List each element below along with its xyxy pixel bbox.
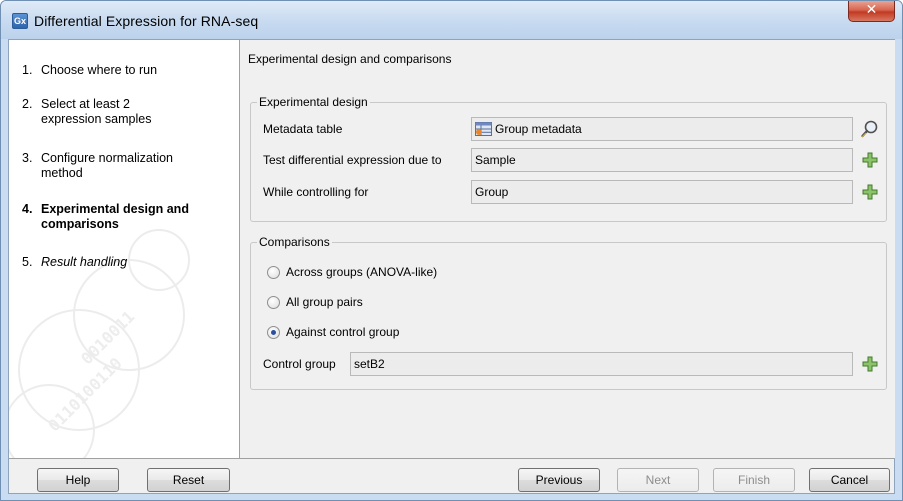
app-icon: Gx (12, 13, 28, 29)
title-bar[interactable]: Gx Differential Expression for RNA-seq ✕ (1, 1, 902, 39)
cancel-button[interactable]: Cancel (809, 468, 890, 492)
control-group-value: setB2 (354, 357, 385, 371)
radio-across-groups[interactable]: Across groups (ANOVA-like) (267, 265, 567, 281)
control-group-label: Control group (263, 357, 336, 371)
help-button[interactable]: Help (37, 468, 119, 492)
section-title: Experimental design and comparisons (248, 52, 452, 66)
radio-button-selected[interactable] (267, 326, 280, 339)
wizard-steps-panel: 0110100110 0010011 1. Choose where to ru… (9, 40, 240, 458)
dialog-footer: Help Reset Previous Next Finish Cancel (9, 458, 894, 493)
close-button[interactable]: ✕ (848, 1, 895, 22)
browse-metadata-icon[interactable] (860, 119, 880, 139)
close-icon: ✕ (865, 2, 878, 18)
finish-button[interactable]: Finish (713, 468, 795, 492)
radio-button[interactable] (267, 266, 280, 279)
metadata-table-field[interactable]: Group metadata (471, 117, 853, 141)
radio-all-group-pairs[interactable]: All group pairs (267, 295, 567, 311)
add-control-group-icon[interactable] (862, 356, 878, 372)
experimental-design-group: Experimental design Metadata table Group… (250, 95, 887, 222)
step-label: Experimental design and comparisons (41, 202, 189, 231)
step-label: Result handling (41, 255, 128, 269)
radio-button[interactable] (267, 296, 280, 309)
dialog-client-area: 0110100110 0010011 1. Choose where to ru… (8, 39, 895, 494)
step-label: Choose where to run (41, 63, 158, 77)
controlling-for-field[interactable]: Group (471, 180, 853, 204)
main-panel: Experimental design and comparisons Expe… (241, 40, 895, 458)
controlling-for-value: Group (475, 185, 509, 199)
reset-button[interactable]: Reset (147, 468, 230, 492)
radio-against-control-group[interactable]: Against control group (267, 325, 567, 341)
comparisons-legend: Comparisons (257, 235, 332, 249)
test-differential-field[interactable]: Sample (471, 148, 853, 172)
radio-label: All group pairs (286, 295, 363, 309)
add-test-factor-icon[interactable] (862, 152, 878, 168)
window-title: Differential Expression for RNA-seq (34, 13, 259, 29)
controlling-for-label: While controlling for (263, 185, 369, 199)
add-control-factor-icon[interactable] (862, 184, 878, 200)
metadata-table-icon (475, 122, 492, 136)
svg-text:0110100110: 0110100110 (44, 354, 126, 436)
test-differential-label: Test differential expression due to (263, 153, 442, 167)
metadata-table-value: Group metadata (495, 122, 582, 136)
next-button[interactable]: Next (617, 468, 699, 492)
test-differential-value: Sample (475, 153, 516, 167)
control-group-field[interactable]: setB2 (350, 352, 853, 376)
step-label: Configure normalization method (41, 151, 174, 180)
step-label: Select at least 2 expression samples (41, 97, 152, 126)
dialog-window: Gx Differential Expression for RNA-seq ✕… (0, 0, 903, 501)
radio-label: Across groups (ANOVA-like) (286, 265, 438, 279)
previous-button[interactable]: Previous (518, 468, 600, 492)
metadata-table-label: Metadata table (263, 122, 343, 136)
experimental-design-legend: Experimental design (257, 95, 370, 109)
comparisons-group: Comparisons Across groups (ANOVA-like) A… (250, 235, 887, 390)
radio-label: Against control group (286, 325, 400, 339)
